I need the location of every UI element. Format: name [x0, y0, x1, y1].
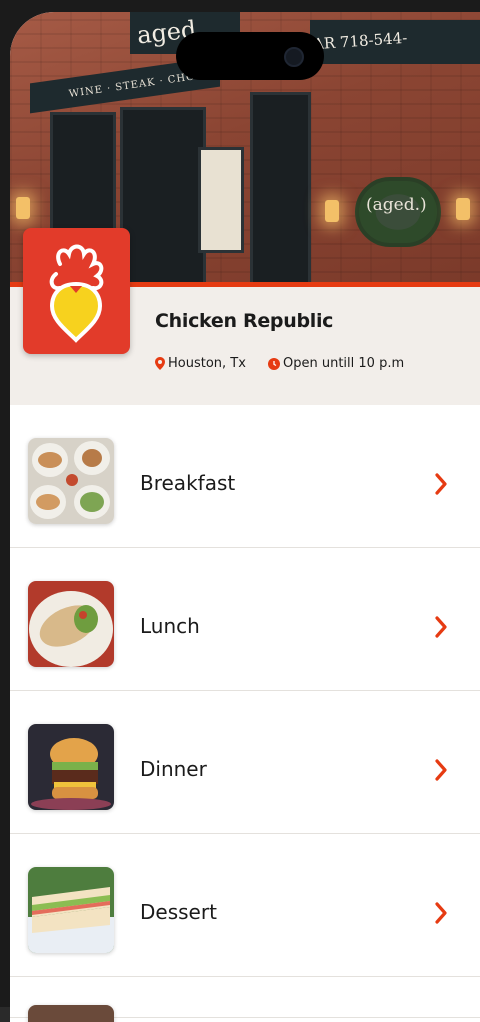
menu-category-list: Breakfast Lunch Dinner Dessert	[10, 405, 480, 1022]
chevron-right-icon[interactable]	[430, 614, 452, 640]
menu-item-lunch[interactable]: Lunch	[10, 548, 480, 691]
menu-item-label: Lunch	[140, 614, 200, 638]
window	[120, 107, 206, 288]
app-screen: aged. AR 718-544- WINE · STEAK · CHOPS ·…	[10, 12, 480, 1022]
breakfast-thumbnail	[28, 438, 114, 524]
menu-item-label: Breakfast	[140, 471, 236, 495]
partial-thumbnail	[28, 1005, 114, 1022]
dinner-thumbnail	[28, 724, 114, 810]
menu-item-dessert[interactable]: Dessert	[10, 834, 480, 977]
location-text: Houston, Tx	[168, 356, 246, 371]
wall-lamp	[325, 200, 339, 222]
phone-frame: aged. AR 718-544- WINE · STEAK · CHOPS ·…	[0, 0, 480, 1022]
clock-icon	[268, 357, 280, 370]
window	[198, 147, 244, 253]
hours-row: Open untill 10 p.m	[268, 356, 404, 371]
door	[250, 92, 311, 288]
location-pin-icon	[155, 357, 165, 370]
hours-text: Open untill 10 p.m	[283, 356, 405, 371]
chevron-right-icon[interactable]	[430, 471, 452, 497]
menu-item-label: Dessert	[140, 900, 217, 924]
chicken-logo-icon	[49, 244, 104, 343]
menu-item-breakfast[interactable]: Breakfast	[10, 405, 480, 548]
menu-item-dinner[interactable]: Dinner	[10, 691, 480, 834]
restaurant-logo	[23, 228, 130, 354]
lunch-thumbnail	[28, 581, 114, 667]
wall-lamp	[16, 197, 30, 219]
chevron-right-icon[interactable]	[430, 757, 452, 783]
camera-icon	[284, 47, 304, 67]
dynamic-island	[176, 32, 324, 80]
chevron-right-icon[interactable]	[430, 900, 452, 926]
menu-item-partial[interactable]	[10, 977, 480, 1022]
wreath-sign-text: (aged.)	[366, 195, 427, 215]
wall-lamp	[456, 198, 470, 220]
restaurant-name: Chicken Republic	[155, 310, 334, 332]
dessert-thumbnail	[28, 867, 114, 953]
menu-item-label: Dinner	[140, 757, 207, 781]
location-row: Houston, Tx	[155, 356, 246, 371]
